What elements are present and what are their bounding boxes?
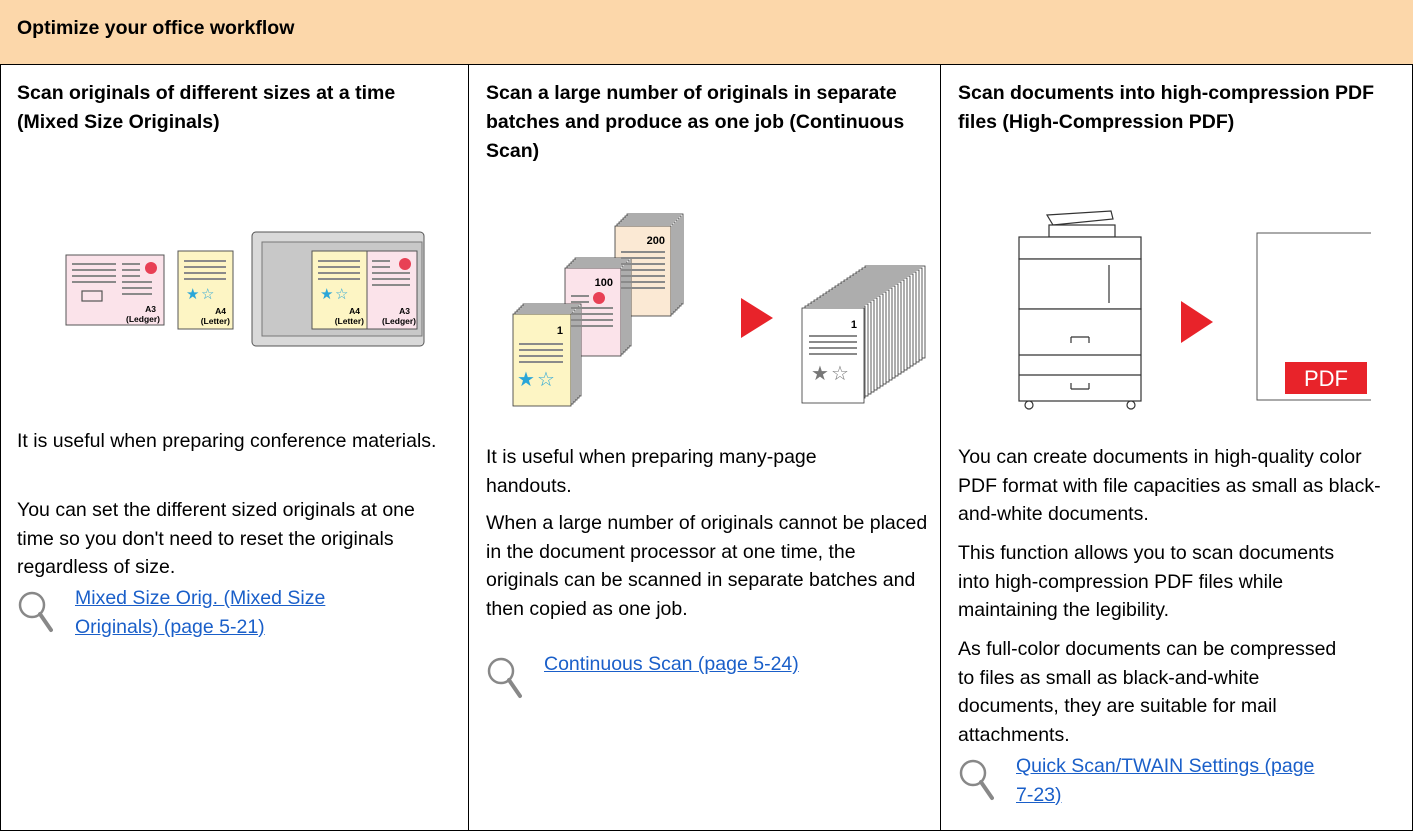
svg-text:(Ledger): (Ledger) [382, 316, 416, 326]
svg-text:100: 100 [595, 277, 613, 289]
svg-text:1: 1 [557, 325, 563, 337]
svg-text:A3: A3 [145, 304, 156, 314]
section-header: Optimize your office workflow [0, 0, 1413, 65]
svg-text:1: 1 [851, 319, 857, 331]
feature-high-compression-pdf: Scan documents into high-compression PDF… [941, 65, 1413, 831]
feature-mixed-size: Scan originals of different sizes at a t… [0, 65, 469, 831]
quick-scan-twain-settings-link[interactable]: Quick Scan/TWAIN Settings (page 7-23) [1016, 752, 1346, 809]
svg-text:A4: A4 [215, 306, 226, 316]
description-paragraph: You can create documents in high-quality… [958, 446, 1381, 525]
feature-title: Scan a large number of originals in sepa… [486, 82, 905, 162]
description-paragraph: As full-color documents can be compresse… [958, 638, 1337, 746]
svg-text:PDF: PDF [1304, 366, 1348, 391]
description-paragraph: When a large number of originals cannot … [486, 512, 928, 620]
magnifier-icon [487, 657, 522, 698]
feature-title: Scan documents into high-compression PDF… [958, 82, 1375, 133]
feature-continuous-scan: Scan a large number of originals in sepa… [469, 65, 941, 831]
a4-document-image: ★ ☆ A4 (Letter) [177, 250, 234, 330]
description-paragraph: It is useful when preparing many-page ha… [486, 446, 817, 497]
mixed-size-illustration: A3 (Ledger) ★ ☆ A4 (Letter) ★ ☆ A4 (Lett… [65, 231, 425, 347]
a3-document-image: A3 (Ledger) [65, 254, 165, 326]
svg-text:☆: ☆ [537, 369, 555, 391]
feature-title: Scan originals of different sizes at a t… [17, 82, 396, 133]
svg-text:☆: ☆ [335, 286, 348, 303]
mixed-size-originals-link[interactable]: Mixed Size Orig. (Mixed Size Originals) … [75, 584, 375, 641]
section-title: Optimize your office workflow [17, 17, 295, 39]
description-paragraph: It is useful when preparing conference m… [17, 430, 437, 452]
reference-link-row: Mixed Size Orig. (Mixed Size Originals) … [17, 584, 375, 641]
svg-text:☆: ☆ [831, 363, 849, 385]
arrow-right-icon [741, 298, 773, 338]
reference-link-row: Quick Scan/TWAIN Settings (page 7-23) [958, 752, 1346, 809]
svg-text:A3: A3 [399, 306, 410, 316]
svg-text:A4: A4 [349, 306, 360, 316]
svg-text:(Ledger): (Ledger) [126, 314, 160, 324]
svg-text:★: ★ [517, 369, 535, 391]
svg-text:★: ★ [320, 286, 333, 303]
magnifier-icon [959, 759, 994, 800]
svg-text:(Letter): (Letter) [335, 316, 364, 326]
continuous-scan-illustration: 200 100 1 ★ ☆ 1 ★ ☆ [512, 213, 926, 407]
reference-link-row: Continuous Scan (page 5-24) [486, 650, 799, 704]
scanner-glass-image: ★ ☆ A4 (Letter) A3 (Ledger) [251, 231, 425, 347]
printer-image [1018, 210, 1142, 410]
svg-text:200: 200 [647, 235, 665, 247]
continuous-scan-link[interactable]: Continuous Scan (page 5-24) [544, 650, 799, 679]
description-paragraph: This function allows you to scan documen… [958, 542, 1335, 621]
high-compression-illustration: PDF [1018, 210, 1371, 410]
description-paragraph: You can set the different sized original… [17, 499, 415, 578]
svg-text:(Letter): (Letter) [201, 316, 230, 326]
svg-text:★: ★ [186, 286, 199, 303]
svg-text:★: ★ [811, 363, 829, 385]
magnifier-icon [18, 591, 53, 632]
svg-text:☆: ☆ [201, 286, 214, 303]
arrow-right-icon [1181, 301, 1213, 343]
